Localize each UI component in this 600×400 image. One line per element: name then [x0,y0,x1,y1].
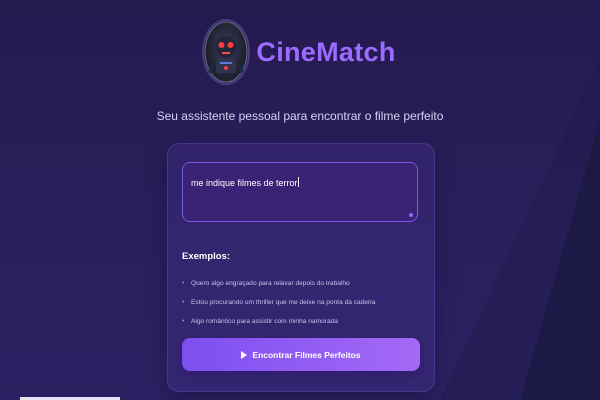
find-movies-button[interactable]: Encontrar Filmes Perfeitos [182,338,420,371]
bullet-icon: • [182,318,185,325]
example-item[interactable]: • Estou procurando um thriller que me de… [182,293,375,312]
examples-list: • Quero algo engraçado para relaxar depo… [182,274,375,331]
app-title: CineMatch [256,36,396,67]
bullet-icon: • [182,280,185,287]
play-icon [241,350,248,359]
example-item[interactable]: • Quero algo engraçado para relaxar depo… [182,274,375,293]
bullet-icon: • [182,299,185,306]
page-subtitle: Seu assistente pessoal para encontrar o … [156,109,444,123]
resize-handle-icon[interactable] [409,213,413,217]
example-text: Algo romântico para assistir com minha n… [191,318,338,325]
query-textarea[interactable]: me indique filmes de terror [182,162,418,222]
query-text: me indique filmes de terror [191,178,298,188]
example-text: Estou procurando um thriller que me deix… [191,299,376,306]
robot-avatar-icon [204,21,249,83]
example-text: Quero algo engraçado para relaxar depois… [191,280,350,287]
text-caret [297,177,299,187]
search-card: me indique filmes de terror Exemplos: • … [167,143,435,392]
find-movies-label: Encontrar Filmes Perfeitos [252,349,361,360]
examples-heading: Exemplos: [182,251,231,262]
example-item[interactable]: • Algo romântico para assistir com minha… [182,312,375,331]
app-header: CineMatch [0,20,600,84]
